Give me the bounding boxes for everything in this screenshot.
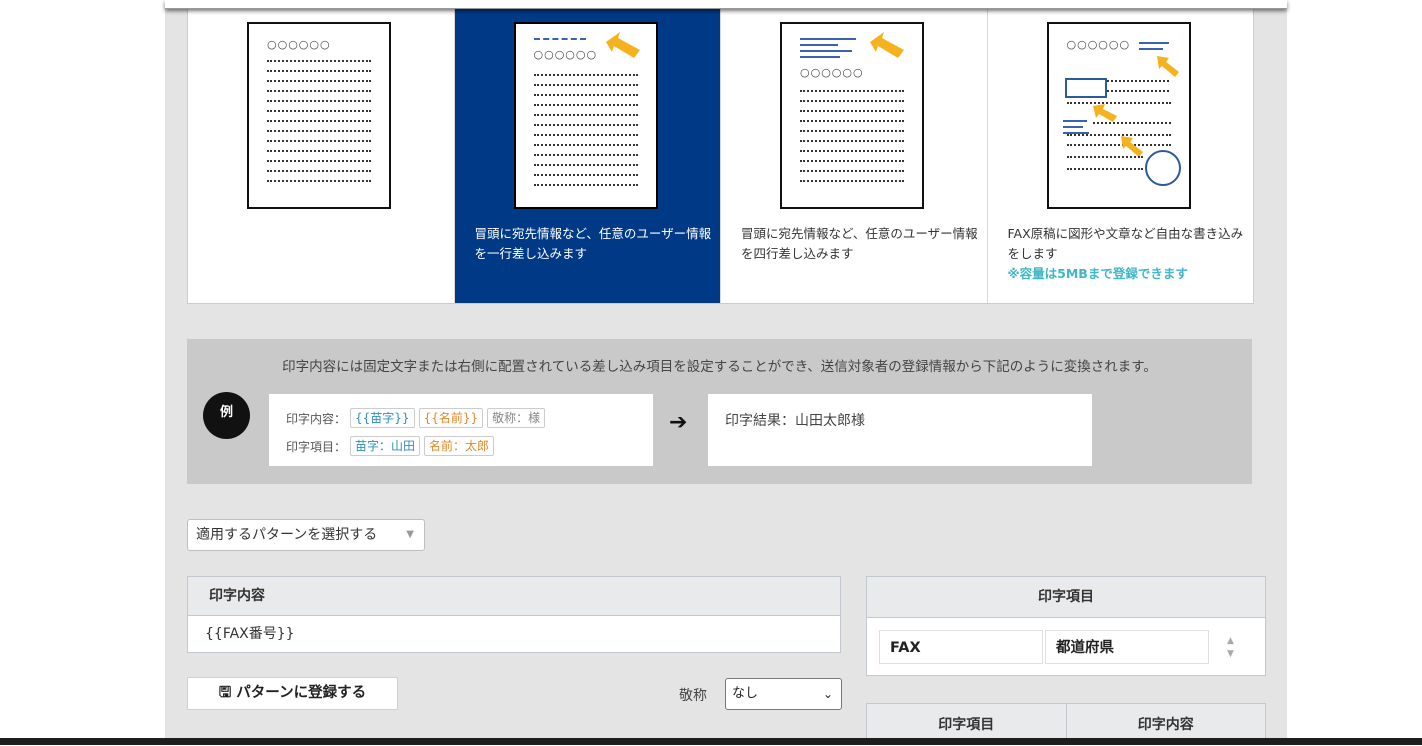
chevron-down-icon[interactable]: ▼ xyxy=(1227,648,1234,661)
doc-preview: ○○○○○○ xyxy=(1046,22,1191,209)
tag-honorific: 敬称：様 xyxy=(487,408,546,428)
doc-placeholder: ○○○○○○ xyxy=(267,38,331,51)
pattern-card-four-line[interactable]: ○○○○○○ 冒頭に宛先情報など、任意のユーザー情報を四行差し込みます xyxy=(721,0,988,303)
tag-name-var: {{名前}} xyxy=(418,408,484,428)
card-description: FAX原稿に図形や文章など自由な書き込みをします ※容量は5MBまで登録できます xyxy=(1008,224,1248,284)
pattern-card-group: ○○○○○○ ○○○○○○ 冒頭に宛先情報など、任意のユーザー情報を一行差し込み… xyxy=(187,0,1254,304)
info-lead-text: 印字内容には固定文字または右側に配置されている差し込み項目を設定することができ、… xyxy=(282,359,1157,375)
dropdown-shadow xyxy=(165,0,1287,9)
doc-placeholder: ○○○○○○ xyxy=(1066,38,1131,51)
arrow-icon xyxy=(605,32,640,58)
arrow-icon xyxy=(1156,56,1179,77)
print-items-header: 印字項目 xyxy=(867,577,1265,618)
pattern-select[interactable]: 適用するパターンを選択する ▼ xyxy=(187,519,425,551)
honorific-label: 敬称 xyxy=(679,688,707,704)
card-description: 冒頭に宛先情報など、任意のユーザー情報を四行差し込みます xyxy=(741,226,978,261)
scroll-spinner[interactable]: ▲ ▼ xyxy=(1227,635,1234,661)
honorific-select[interactable]: なし ⌄ xyxy=(725,678,842,710)
print-content-header: 印字内容 xyxy=(187,576,841,616)
example-badge: 例 xyxy=(203,392,250,439)
arrow-icon xyxy=(1092,104,1117,122)
item-chip-fax[interactable]: FAX xyxy=(879,630,1043,664)
arrow-icon xyxy=(1120,136,1143,157)
pattern-select-value: 適用するパターンを選択する xyxy=(196,527,378,543)
card-description-text: FAX原稿に図形や文章など自由な書き込みをします xyxy=(1007,226,1244,261)
example-content-row: 印字内容： {{苗字}} {{名前}} 敬称：様 xyxy=(286,408,546,428)
tag-surname-var: {{苗字}} xyxy=(350,408,415,428)
example-input-box: 印字内容： {{苗字}} {{名前}} 敬称：様 印字項目： 苗字：山田 名前：… xyxy=(269,394,653,466)
tag-surname-value: 苗字：山田 xyxy=(350,436,421,456)
register-pattern-button[interactable]: 🖫 パターンに登録する xyxy=(187,677,398,710)
capacity-note: ※容量は5MBまで登録できます xyxy=(1007,266,1188,281)
doc-preview: ○○○○○○ xyxy=(247,22,391,209)
pattern-card-one-line[interactable]: ○○○○○○ 冒頭に宛先情報など、任意のユーザー情報を一行差し込みます xyxy=(454,0,721,303)
doc-preview: ○○○○○○ xyxy=(513,22,658,209)
example-items-row: 印字項目： 苗字：山田 名前：太郎 xyxy=(286,436,495,456)
chevron-up-icon[interactable]: ▲ xyxy=(1227,635,1234,648)
taskbar-strip xyxy=(0,738,1422,745)
caret-down-icon: ▼ xyxy=(406,529,414,540)
tag-name-value: 名前：太郎 xyxy=(424,436,495,456)
example-content-label: 印字内容： xyxy=(286,411,347,426)
print-content-input[interactable]: {{FAX番号}} xyxy=(187,616,841,653)
arrow-right-icon: ➔ xyxy=(669,410,688,435)
pattern-card-none[interactable]: ○○○○○○ xyxy=(188,0,455,303)
arrow-icon xyxy=(870,32,904,58)
honorific-select-value: なし xyxy=(732,686,759,701)
doc-placeholder: ○○○○○○ xyxy=(800,66,864,79)
print-items-panel: 印字項目 FAX 都道府県 ▲ ▼ xyxy=(866,576,1266,676)
example-items-label: 印字項目： xyxy=(286,439,347,454)
doc-placeholder: ○○○○○○ xyxy=(533,48,598,61)
example-result-box: 印字結果：山田太郎様 xyxy=(708,394,1092,466)
item-chip-prefecture[interactable]: 都道府県 xyxy=(1045,630,1209,664)
pattern-card-free-draw[interactable]: ○○○○○○ FAX原稿に図形や文章など自由な書き込みをします ※容量は5MBま… xyxy=(988,0,1254,303)
chevron-down-icon: ⌄ xyxy=(822,687,833,701)
doc-preview: ○○○○○○ xyxy=(780,22,924,209)
example-result: 印字結果：山田太郎様 xyxy=(725,413,865,429)
card-description: 冒頭に宛先情報など、任意のユーザー情報を一行差し込みます xyxy=(474,226,712,261)
example-info-box: 印字内容には固定文字または右側に配置されている差し込み項目を設定することができ、… xyxy=(187,339,1252,484)
